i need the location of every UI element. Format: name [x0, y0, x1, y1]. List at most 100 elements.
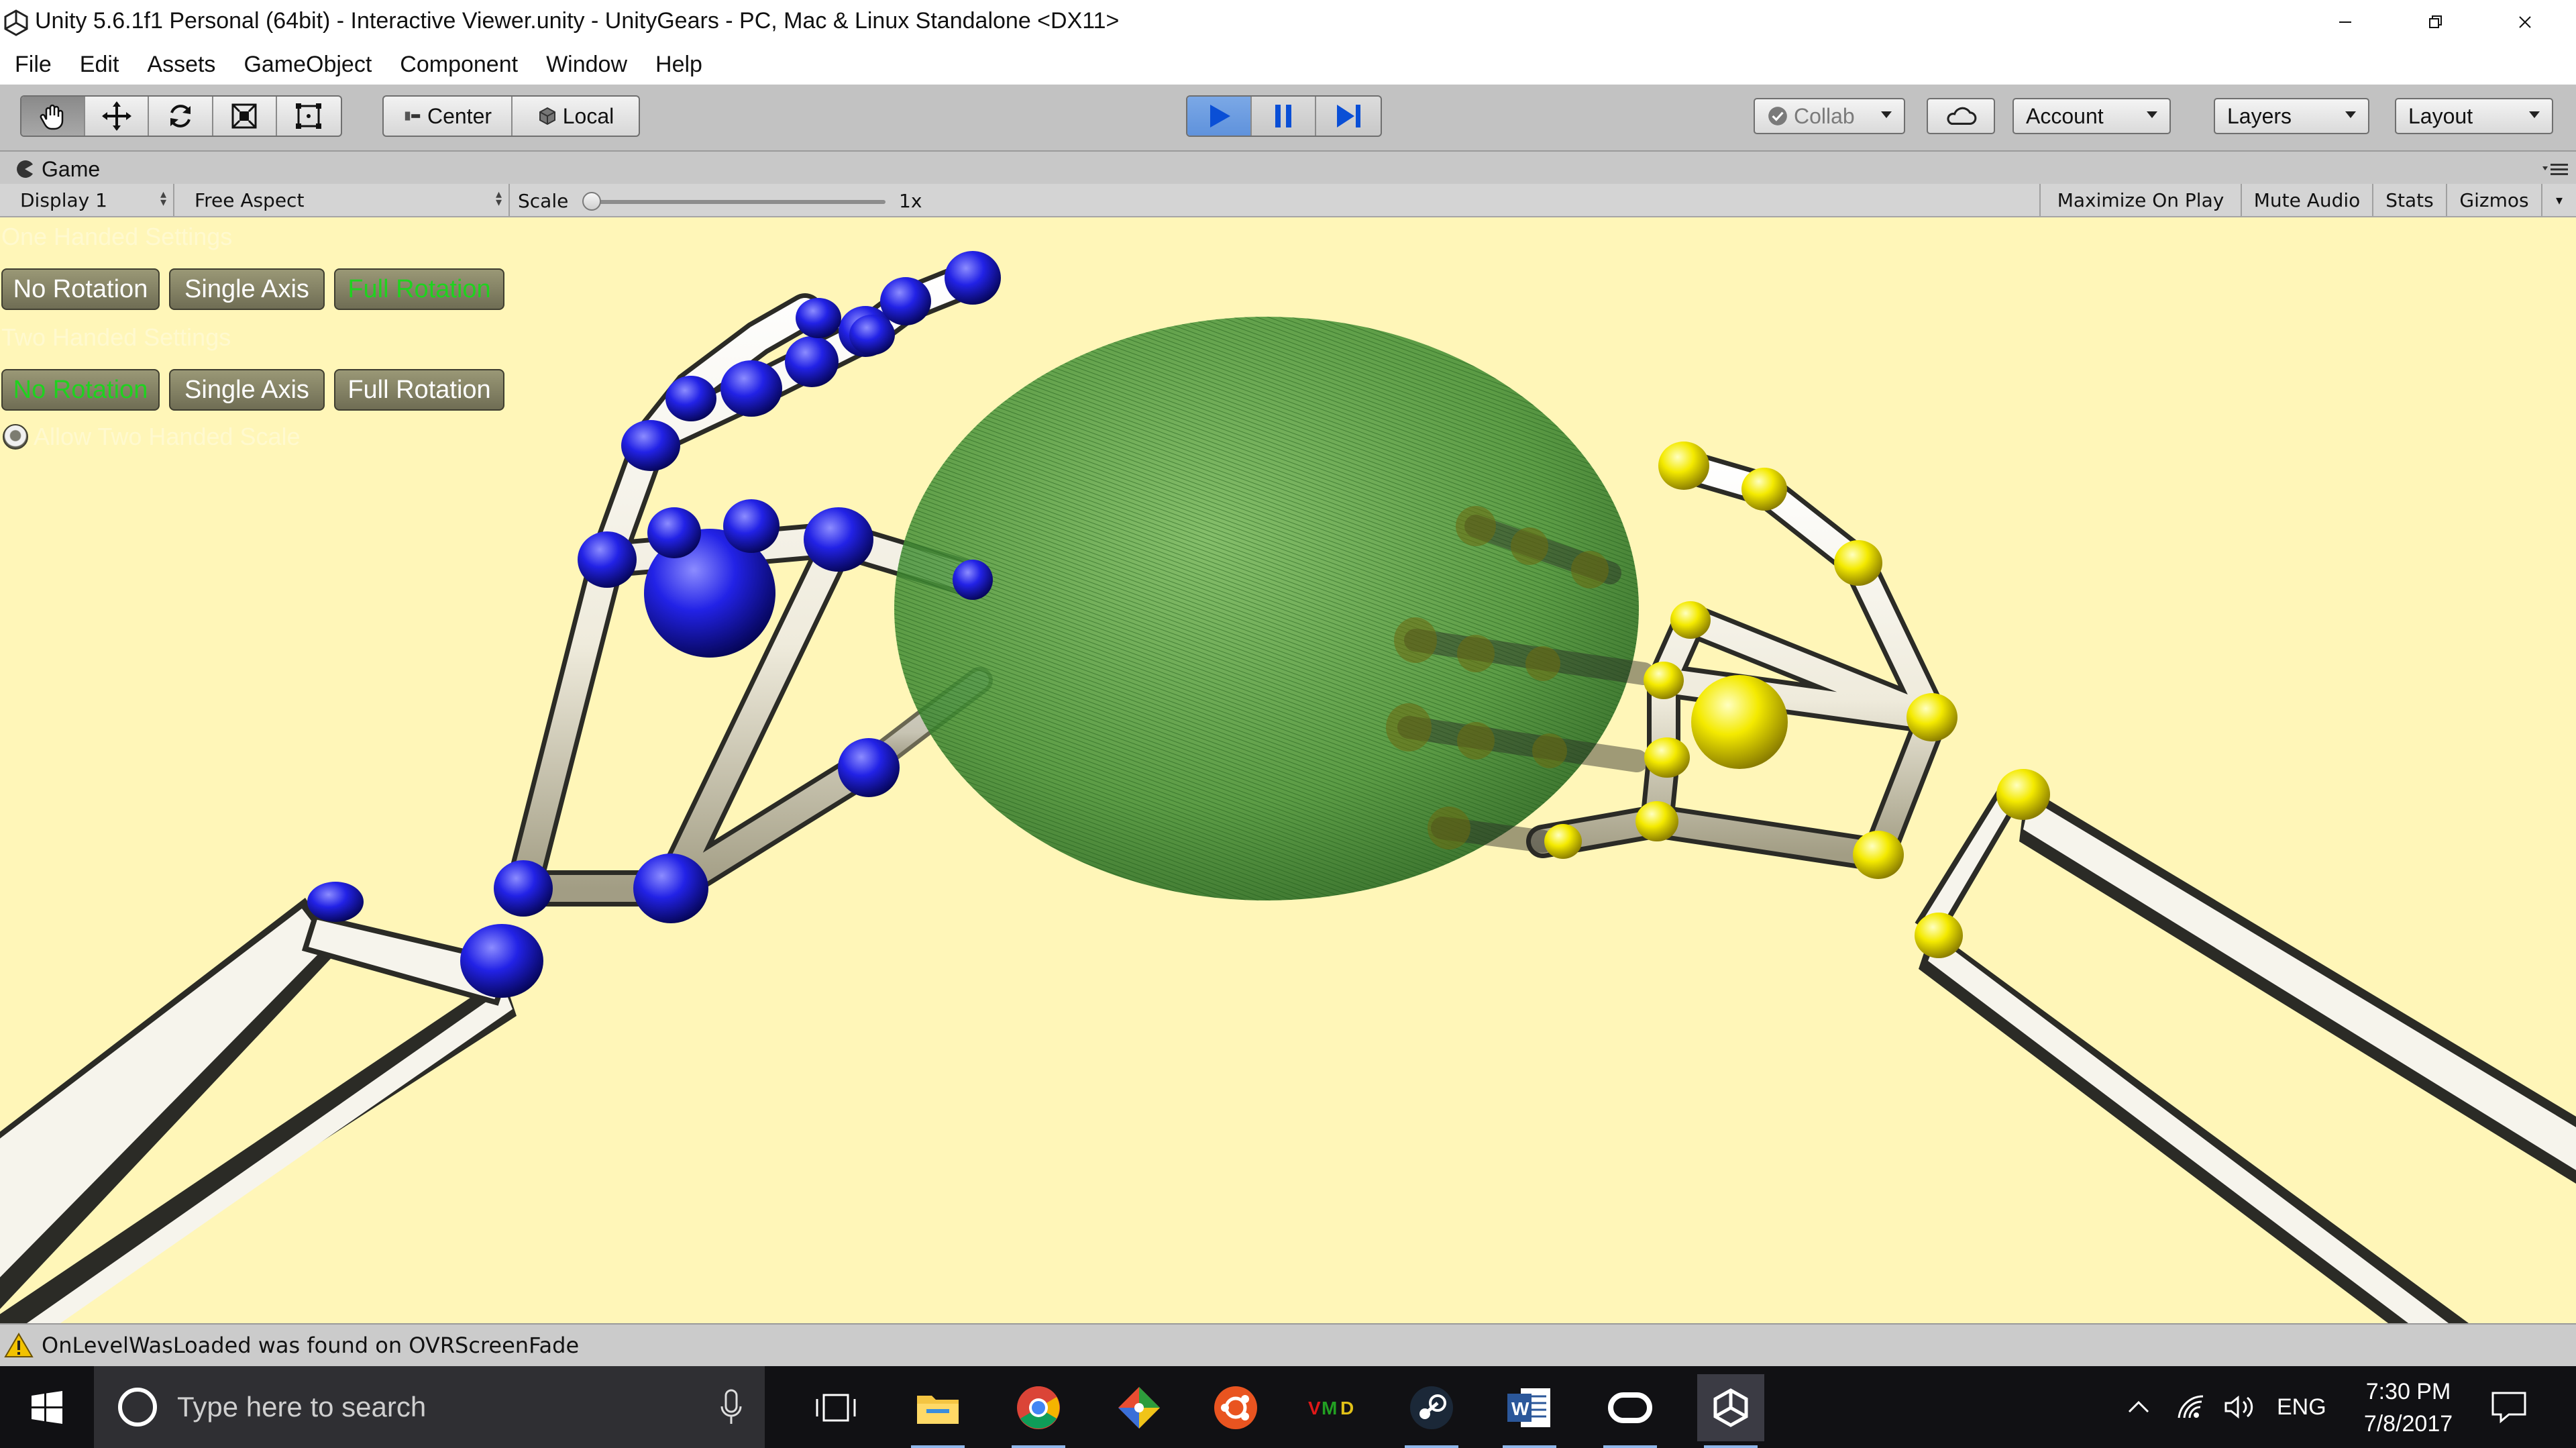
- move-tool-button[interactable]: [85, 97, 150, 136]
- step-button[interactable]: [1316, 97, 1381, 136]
- steam-button[interactable]: [1398, 1374, 1465, 1448]
- gizmos-button[interactable]: Gizmos: [2446, 184, 2541, 216]
- mute-audio-button[interactable]: Mute Audio: [2241, 184, 2372, 216]
- rotate-tool-button[interactable]: [149, 97, 213, 136]
- volume-button[interactable]: [2223, 1366, 2257, 1448]
- chevron-down-icon: [2345, 111, 2356, 118]
- transform-tools: [20, 95, 342, 137]
- game-tab[interactable]: Game: [15, 154, 100, 184]
- menu-component[interactable]: Component: [400, 52, 518, 78]
- two-handed-full-rotation-button[interactable]: Full Rotation: [334, 369, 504, 411]
- network-button[interactable]: [2176, 1366, 2208, 1448]
- close-button[interactable]: [2493, 0, 2557, 44]
- pause-button[interactable]: [1252, 97, 1316, 136]
- language-indicator[interactable]: ENG: [2277, 1366, 2326, 1448]
- pivot-rotation-label: Local: [562, 103, 614, 128]
- game-viewport[interactable]: One Handed Settings No Rotation Single A…: [0, 217, 2576, 1323]
- microphone-icon[interactable]: [718, 1389, 745, 1427]
- action-center-button[interactable]: [2490, 1366, 2528, 1448]
- layers-dropdown[interactable]: Layers: [2214, 98, 2369, 134]
- updown-icon: ▴ ▾: [495, 187, 502, 209]
- display-dropdown[interactable]: Display 1 ▴ ▾: [9, 184, 174, 216]
- stats-button[interactable]: Stats: [2372, 184, 2446, 216]
- updown-icon: ▴ ▾: [160, 187, 166, 209]
- one-handed-full-rotation-button[interactable]: Full Rotation: [334, 268, 504, 310]
- svg-text:V: V: [1308, 1398, 1321, 1418]
- taskbar-clock[interactable]: 7:30 PM 7/8/2017: [2341, 1376, 2475, 1440]
- speaker-icon: [2224, 1395, 2253, 1419]
- one-handed-settings-label: One Handed Settings: [1, 223, 233, 250]
- tab-menu-icon[interactable]: [2540, 161, 2569, 177]
- two-handed-single-axis-button[interactable]: Single Axis: [169, 369, 325, 411]
- show-hidden-icons-button[interactable]: [2125, 1366, 2152, 1448]
- game-tab-bar: Game: [0, 152, 2576, 184]
- git-button[interactable]: [1106, 1374, 1173, 1441]
- search-placeholder: Type here to search: [177, 1391, 427, 1423]
- oculus-icon: [1608, 1392, 1652, 1423]
- restore-icon: [2429, 15, 2442, 28]
- two-handed-no-rotation-button[interactable]: No Rotation: [1, 369, 160, 411]
- file-explorer-button[interactable]: [904, 1374, 971, 1448]
- menu-window[interactable]: Window: [546, 52, 627, 78]
- minimize-button[interactable]: [2313, 0, 2377, 44]
- maximize-on-play-button[interactable]: Maximize On Play: [2039, 184, 2241, 216]
- account-dropdown[interactable]: Account: [2012, 98, 2171, 134]
- one-handed-no-rotation-button[interactable]: No Rotation: [1, 268, 160, 310]
- menu-file[interactable]: File: [15, 52, 52, 78]
- start-button[interactable]: [0, 1366, 94, 1448]
- chrome-icon: [1017, 1386, 1060, 1429]
- aspect-dropdown[interactable]: Free Aspect ▴ ▾: [184, 184, 510, 216]
- chevron-down-icon: ▾: [2555, 192, 2563, 208]
- scale-slider-track[interactable]: [590, 200, 885, 204]
- menu-edit[interactable]: Edit: [80, 52, 119, 78]
- wifi-icon: [2178, 1395, 2204, 1418]
- chevron-down-icon: [2529, 111, 2540, 118]
- ubuntu-icon: [1214, 1386, 1257, 1429]
- layout-dropdown[interactable]: Layout: [2395, 98, 2553, 134]
- scale-tool-icon: [231, 103, 257, 129]
- display-label: Display 1: [20, 189, 107, 211]
- windows-taskbar: Type here to search VMD W ENG 7:30 PM 7/…: [0, 1366, 2576, 1448]
- ubuntu-button[interactable]: [1202, 1374, 1269, 1441]
- word-button[interactable]: W: [1496, 1374, 1563, 1448]
- oculus-button[interactable]: [1597, 1374, 1664, 1448]
- window-title: Unity 5.6.1f1 Personal (64bit) - Interac…: [35, 8, 1120, 34]
- menu-assets[interactable]: Assets: [147, 52, 215, 78]
- pivot-mode-button[interactable]: Center: [384, 97, 513, 136]
- unity-taskbar-button[interactable]: [1697, 1374, 1764, 1448]
- taskbar-search[interactable]: Type here to search: [94, 1366, 765, 1448]
- cloud-button[interactable]: [1927, 98, 1995, 134]
- chevron-up-icon: [2128, 1400, 2149, 1413]
- scale-value: 1x: [899, 190, 922, 212]
- pivot-controls: Center Local: [382, 95, 640, 137]
- play-controls: [1186, 95, 1382, 137]
- file-explorer-icon: [917, 1396, 959, 1424]
- collab-dropdown[interactable]: Collab: [1754, 98, 1905, 134]
- chrome-button[interactable]: [1005, 1374, 1072, 1448]
- pivot-rotation-button[interactable]: Local: [513, 97, 639, 136]
- gizmos-dropdown[interactable]: ▾: [2541, 184, 2576, 216]
- console-status-bar[interactable]: OnLevelWasLoaded was found on OVRScreenF…: [0, 1323, 2576, 1366]
- one-handed-single-axis-button[interactable]: Single Axis: [169, 268, 325, 310]
- cloud-icon: [1947, 107, 1977, 125]
- vmd-button[interactable]: VMD: [1299, 1374, 1366, 1441]
- scale-tool-button[interactable]: [213, 97, 277, 136]
- local-cube-icon: [539, 107, 555, 125]
- layers-label: Layers: [2227, 103, 2292, 128]
- svg-text:W: W: [1511, 1398, 1529, 1419]
- game-view-toolbar: Display 1 ▴ ▾ Free Aspect ▴ ▾ Scale 1x Max…: [0, 184, 2576, 217]
- move-tool-icon: [101, 101, 131, 131]
- rect-tool-button[interactable]: [277, 97, 341, 136]
- play-button[interactable]: [1187, 97, 1252, 136]
- clock-time: 7:30 PM: [2365, 1379, 2451, 1404]
- hand-tool-button[interactable]: [21, 97, 86, 136]
- layout-label: Layout: [2408, 103, 2473, 128]
- scale-slider-thumb[interactable]: [582, 192, 601, 211]
- menu-help[interactable]: Help: [655, 52, 702, 78]
- menu-gameobject[interactable]: GameObject: [244, 52, 372, 78]
- task-view-button[interactable]: [802, 1374, 869, 1441]
- two-handed-scale-toggle[interactable]: [3, 424, 28, 450]
- restore-button[interactable]: [2403, 0, 2467, 44]
- title-bar: Unity 5.6.1f1 Personal (64bit) - Interac…: [0, 0, 2576, 44]
- cortana-icon: [118, 1388, 157, 1427]
